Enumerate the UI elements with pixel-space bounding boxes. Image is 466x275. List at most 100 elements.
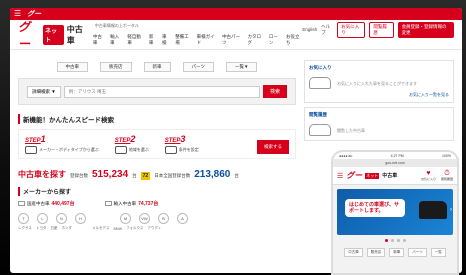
nav-item[interactable]: 中古車 — [93, 34, 105, 46]
unit: 台 — [234, 173, 239, 178]
new-count: 213,860 — [194, 169, 231, 180]
main-column: 中古車 販売店 新車 パーツ 一覧▼ 詳細検索 ▼ 検索 新機能！かんたんスピー… — [18, 56, 296, 231]
domestic-makers[interactable]: 国産中古車 440,497台 — [18, 200, 75, 207]
history-panel: 閲覧履歴 閲覧した中古車 — [304, 107, 454, 141]
maker-name[interactable]: BMW — [113, 226, 122, 231]
maker-name[interactable]: メルセデス — [92, 226, 110, 231]
maker-logos: T L N H M VW B A — [18, 213, 296, 224]
nav-item[interactable]: ローン — [269, 34, 281, 46]
history-item: 閲覧した中古車 — [309, 124, 449, 136]
chevron-right-icon[interactable]: › — [450, 207, 452, 213]
nav-item[interactable]: 整備工場 — [175, 34, 191, 46]
maker-logo-icon[interactable]: L — [37, 213, 48, 224]
maker-logo-icon[interactable]: N — [56, 213, 67, 224]
carousel-dot[interactable] — [390, 239, 394, 242]
phone-banner-text: はじめての車選び、サポートします。 — [345, 199, 405, 217]
maker-name[interactable]: トヨタ — [36, 226, 47, 231]
english-link[interactable]: English — [302, 27, 317, 32]
tab-used-cars[interactable]: 中古車 — [56, 62, 89, 72]
phone-hero-banner[interactable]: はじめての車選び、サポートします。 › — [337, 189, 453, 235]
phone-logo[interactable]: グー — [346, 170, 362, 181]
login-button[interactable]: 会員登録・登録情報の変更 — [397, 21, 454, 38]
step-1[interactable]: STEP1 メーカー・ボディタイプから選ぶ — [25, 134, 99, 154]
nav-item[interactable]: 輸入車 — [110, 34, 122, 46]
help-link[interactable]: ヘルプ — [321, 24, 333, 36]
quick-search-steps: STEP1 メーカー・ボディタイプから選ぶ STEP2 地域を選ぶ STEP3 … — [18, 129, 296, 159]
step-2[interactable]: STEP2 地域を選ぶ — [114, 134, 149, 154]
maker-title: メーカーから探す — [18, 187, 296, 196]
tab-more[interactable]: 一覧▼ — [225, 62, 258, 72]
maker-logo-icon[interactable]: B — [158, 213, 169, 224]
favorites-item: お気に入りに入れた車を見ることができます — [309, 77, 449, 89]
heart-icon: ♥ — [426, 170, 431, 177]
phone-tab[interactable]: 販売店 — [366, 248, 386, 257]
step-3[interactable]: STEP3 条件を設定 — [164, 134, 199, 154]
top-nav: 中古車 輸入車 軽自動車 新車 車検 整備工場 車検ガイド 中古パーツ カタログ… — [93, 34, 303, 46]
nav-item[interactable]: 車検ガイド — [197, 34, 217, 46]
maker-logo-icon[interactable]: H — [75, 213, 86, 224]
tab-parts[interactable]: パーツ — [182, 62, 214, 72]
favorites-title: お気に入り — [309, 65, 332, 70]
search-button[interactable]: 検索 — [262, 85, 287, 98]
phone-tab[interactable]: パーツ — [408, 248, 427, 257]
nav-item[interactable]: 軽自動車 — [127, 34, 143, 46]
carousel-dot[interactable] — [402, 239, 406, 242]
maker-categories: 国産中古車 440,497台 輸入中古車 74,737台 — [18, 200, 296, 207]
maker-logo-icon[interactable]: M — [120, 213, 131, 224]
import-makers[interactable]: 輸入中古車 74,737台 — [104, 200, 158, 207]
maker-name[interactable]: アウディ — [147, 226, 161, 231]
phone-url-bar[interactable]: goo-net.com — [333, 159, 457, 167]
step-desc: メーカー・ボディタイプから選ぶ — [25, 146, 99, 154]
phone-header: ☰ グー ネット 中古車 ♥ お気に入り ⏱ 閲覧履歴 — [333, 167, 457, 185]
phone-tab[interactable]: 一覧 — [430, 248, 446, 257]
car-icon — [309, 124, 331, 136]
nav-item[interactable]: 新車 — [149, 34, 157, 46]
maker-name[interactable]: 日産 — [50, 226, 57, 231]
history-button[interactable]: 閲覧履歴 — [369, 21, 394, 38]
maker-names: レクサス トヨタ 日産 ホンダ メルセデス BMW フォルクス アウディ — [18, 226, 296, 231]
phone-tab[interactable]: 中古車 — [344, 248, 363, 257]
detail-search-select[interactable]: 詳細検索 ▼ — [27, 85, 61, 98]
registered-label: 登録台数 — [70, 173, 88, 178]
maker-name[interactable]: ホンダ — [61, 226, 72, 231]
nav-item[interactable]: 中古パーツ — [222, 34, 242, 46]
logo-text: グー — [18, 19, 31, 51]
tab-dealers[interactable]: 販売店 — [100, 62, 132, 72]
jp-flag-icon — [18, 201, 25, 206]
nav-item[interactable]: カタログ — [247, 34, 263, 46]
carousel-dot[interactable] — [384, 239, 388, 242]
maker-logo-icon[interactable]: A — [177, 213, 188, 224]
smartphone-view: ●●●● au 4:27 PM 100% goo-net.com ☰ グー ネッ… — [331, 150, 459, 275]
phone-tab[interactable]: 新車 — [389, 248, 405, 257]
quick-search-button[interactable]: 検索する — [257, 140, 289, 154]
step-number: STEP2 — [114, 134, 136, 144]
find-used-title: 中古車を探す — [18, 170, 66, 179]
tab-new-cars[interactable]: 新車 — [143, 62, 171, 72]
nav-item[interactable]: お役立ち — [286, 34, 302, 46]
registered-count: 515,234 — [92, 169, 129, 180]
search-input[interactable] — [63, 85, 260, 98]
phone-history-button[interactable]: ⏱ 閲覧履歴 — [441, 170, 453, 181]
header-center: 中古車情報の上ポータル 中古車 輸入車 軽自動車 新車 車検 整備工場 車検ガイ… — [89, 23, 303, 46]
new-count-label: 日本全国登録台数 — [154, 173, 191, 178]
phone-header-icons: ♥ お気に入り ⏱ 閲覧履歴 — [421, 170, 453, 181]
maker-name[interactable]: フォルクス — [126, 226, 143, 231]
phone-used: 中古車 — [382, 173, 398, 179]
carousel-dot[interactable] — [396, 239, 400, 242]
search-bar: 詳細検索 ▼ 検索 — [18, 78, 296, 105]
history-title: 閲覧履歴 — [309, 112, 327, 117]
car-image — [419, 201, 447, 219]
logo-used: 中古車 — [66, 24, 83, 45]
step-desc: 地域を選ぶ — [114, 146, 149, 154]
phone-favorites-button[interactable]: ♥ お気に入り — [421, 170, 436, 181]
logo-net-badge: ネット — [43, 24, 64, 45]
maker-logo-icon[interactable]: VW — [139, 213, 150, 224]
site-logo[interactable]: グー ネット 中古車 — [18, 18, 89, 52]
favorites-link[interactable]: お気に入り一覧を見る — [309, 92, 449, 98]
maker-logo-icon[interactable]: T — [18, 213, 29, 224]
menu-icon[interactable]: ☰ — [337, 172, 343, 180]
nav-item[interactable]: 車検 — [162, 34, 170, 46]
phone-net-badge: ネット — [365, 172, 380, 179]
maker-name[interactable]: レクサス — [18, 226, 32, 231]
favorites-button[interactable]: お気に入り — [337, 21, 366, 38]
